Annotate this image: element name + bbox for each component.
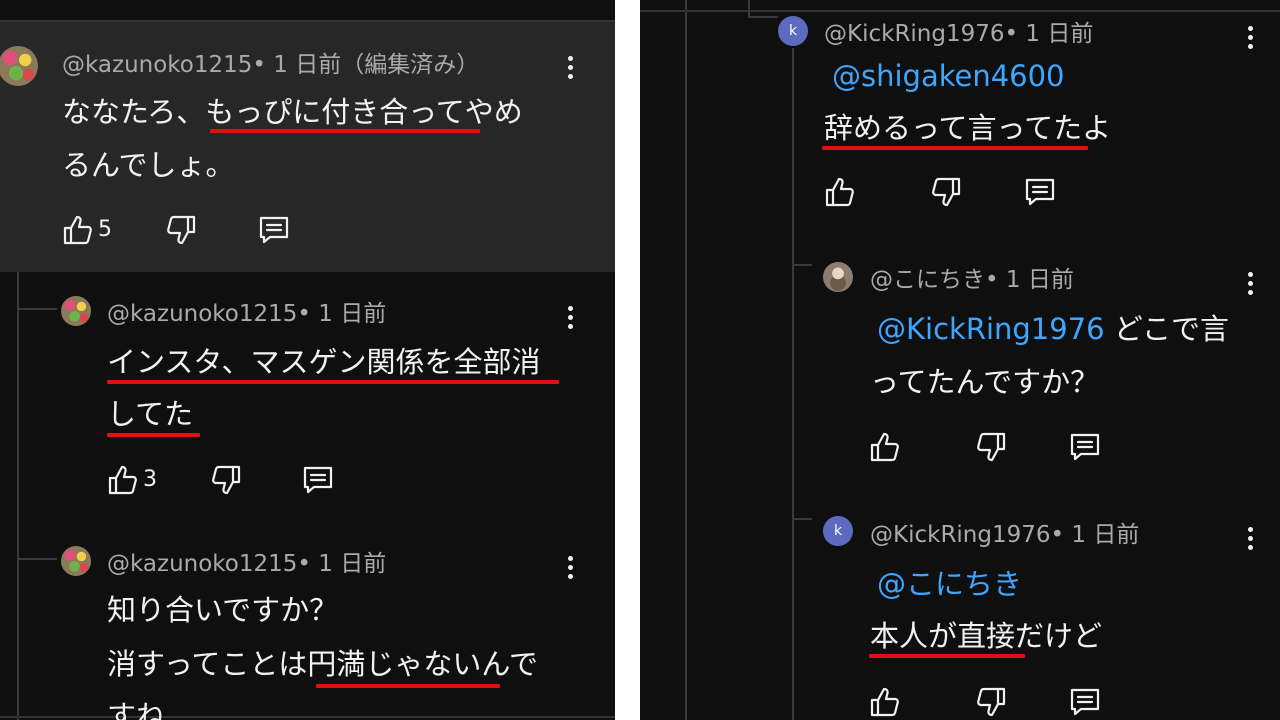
comment-text-line: @KickRing1976 どこで言 bbox=[877, 311, 1229, 347]
comment-meta: @kazunoko1215• 1 日前（編集済み） bbox=[62, 50, 479, 80]
author-handle[interactable]: @KickRing1976 bbox=[870, 522, 1051, 548]
author-handle[interactable]: @kazunoko1215 bbox=[107, 301, 297, 327]
thumbs-down-icon[interactable] bbox=[165, 214, 197, 246]
thread-branch bbox=[17, 558, 57, 560]
comment-text-line: してた bbox=[107, 397, 194, 431]
timestamp: • 1 日前 bbox=[985, 267, 1074, 293]
comment-meta: @KickRing1976• 1 日前 bbox=[870, 520, 1139, 550]
timestamp: • 1 日前 bbox=[297, 301, 387, 327]
comment-text-line: るんでしょ。 bbox=[62, 148, 235, 182]
thumbs-up-icon[interactable] bbox=[869, 686, 901, 718]
comment-text-line: 本人が直接だけど bbox=[870, 619, 1103, 653]
comment-meta: @KickRing1976• 1 日前 bbox=[824, 19, 1093, 49]
red-underline-annotation bbox=[107, 380, 559, 384]
comment-text-line: ってたんですか？ bbox=[870, 365, 1100, 399]
thumbs-up-icon[interactable] bbox=[824, 176, 856, 208]
thumbs-down-icon[interactable] bbox=[975, 686, 1007, 718]
thumbs-down-icon[interactable] bbox=[975, 431, 1007, 463]
comment-text-line: 消すってことは円満じゃないんで bbox=[107, 647, 538, 681]
timestamp: • 1 日前 bbox=[1050, 522, 1140, 548]
thread-branch bbox=[748, 16, 778, 18]
red-underline-annotation bbox=[869, 654, 1025, 658]
author-handle[interactable]: @kazunoko1215 bbox=[107, 551, 297, 577]
more-vert-icon[interactable] bbox=[1247, 272, 1253, 296]
timestamp: • 1 日前 bbox=[1004, 21, 1094, 47]
comment-text-line: インスタ、マスゲン関係を全部消 bbox=[107, 345, 541, 379]
thumbs-up-icon[interactable] bbox=[869, 431, 901, 463]
comment-meta: @kazunoko1215• 1 日前 bbox=[107, 549, 386, 579]
thumbs-up-icon[interactable] bbox=[62, 214, 94, 246]
avatar[interactable]: k bbox=[823, 516, 853, 546]
thread-branch bbox=[792, 518, 812, 520]
avatar[interactable] bbox=[61, 296, 91, 326]
avatar[interactable] bbox=[61, 546, 91, 576]
comment-text-line: ななたろ、もっぴに付き合ってやめ bbox=[62, 95, 523, 129]
more-vert-icon[interactable] bbox=[567, 306, 573, 330]
avatar[interactable] bbox=[823, 262, 853, 292]
comment-text: どこで言 bbox=[1104, 312, 1229, 346]
reply-icon[interactable] bbox=[258, 214, 290, 246]
more-vert-icon[interactable] bbox=[567, 556, 573, 580]
thread-line bbox=[792, 48, 794, 720]
red-underline-annotation bbox=[107, 433, 200, 437]
avatar-letter: k bbox=[788, 23, 798, 39]
author-handle[interactable]: @kazunoko1215 bbox=[62, 52, 252, 78]
comment-text-line: 辞めるって言ってたよ bbox=[824, 111, 1112, 145]
comment-text-line: すね bbox=[107, 699, 166, 720]
comment-meta: @kazunoko1215• 1 日前 bbox=[107, 299, 386, 329]
thread-branch bbox=[792, 264, 812, 266]
avatar[interactable]: k bbox=[778, 16, 808, 46]
thread-line bbox=[17, 272, 19, 720]
divider bbox=[0, 20, 615, 22]
divider bbox=[640, 10, 1280, 12]
red-underline-annotation bbox=[316, 684, 500, 688]
reply-icon[interactable] bbox=[1069, 431, 1101, 463]
author-handle[interactable]: @KickRing1976 bbox=[824, 21, 1005, 47]
comment-meta: @こにちき• 1 日前 bbox=[870, 265, 1074, 295]
more-vert-icon[interactable] bbox=[567, 56, 573, 80]
reply-icon[interactable] bbox=[302, 464, 334, 496]
mention-link[interactable]: @KickRing1976 bbox=[877, 312, 1105, 346]
mention-link[interactable]: @shigaken4600 bbox=[832, 58, 1065, 94]
red-underline-annotation bbox=[822, 146, 1088, 150]
divider bbox=[0, 716, 615, 718]
avatar-letter: k bbox=[833, 523, 843, 539]
like-count: 5 bbox=[98, 217, 112, 242]
thumbs-down-icon[interactable] bbox=[930, 176, 962, 208]
like-count: 3 bbox=[143, 467, 157, 492]
more-vert-icon[interactable] bbox=[1247, 527, 1253, 551]
timestamp: • 1 日前（編集済み） bbox=[252, 52, 480, 78]
comment-text-line: 知り合いですか？ bbox=[107, 593, 339, 627]
timestamp: • 1 日前 bbox=[297, 551, 387, 577]
left-comment-panel: @kazunoko1215• 1 日前（編集済み） ななたろ、もっぴに付き合って… bbox=[0, 0, 615, 720]
red-underline-annotation bbox=[210, 129, 480, 133]
thread-line bbox=[685, 0, 687, 720]
more-vert-icon[interactable] bbox=[1247, 26, 1253, 50]
mention-link[interactable]: @こにちき bbox=[877, 566, 1022, 602]
reply-icon[interactable] bbox=[1024, 176, 1056, 208]
thread-branch bbox=[17, 308, 57, 310]
right-comment-panel: k @KickRing1976• 1 日前 @shigaken4600 辞めるっ… bbox=[640, 0, 1280, 720]
reply-icon[interactable] bbox=[1069, 686, 1101, 718]
thumbs-up-icon[interactable] bbox=[107, 464, 139, 496]
thumbs-down-icon[interactable] bbox=[210, 464, 242, 496]
author-handle[interactable]: @こにちき bbox=[870, 267, 985, 293]
